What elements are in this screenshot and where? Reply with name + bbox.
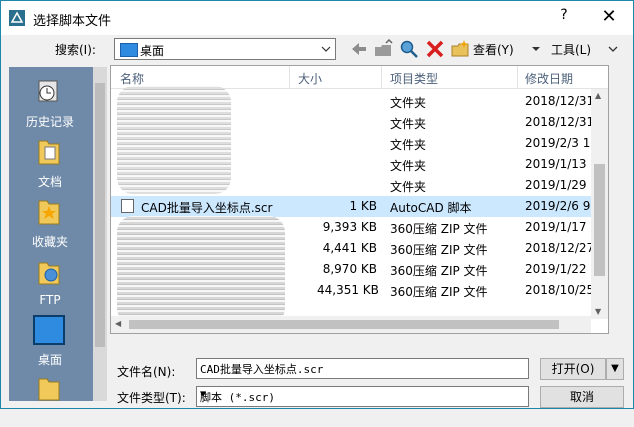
place-favorites[interactable]: 收藏夹: [9, 195, 91, 251]
place-label: 收藏夹: [31, 235, 68, 249]
lookin-label: 搜索(I):: [55, 43, 96, 57]
places-bar: 历史记录 文档 收藏夹 FTP 桌面: [9, 67, 107, 401]
file-list-horizontal-scrollbar[interactable]: ◀: [111, 316, 591, 333]
column-name[interactable]: 名称: [120, 70, 144, 87]
column-divider[interactable]: [289, 66, 290, 88]
search-icon[interactable]: [399, 39, 419, 59]
column-date[interactable]: 修改日期: [525, 70, 573, 87]
ftp-icon: [38, 262, 60, 285]
cell-type: AutoCAD 脚本: [390, 201, 472, 215]
file-dialog: 选择脚本文件 ? ✕ 搜索(I): 桌面 查看(Y) 工具(L) 历史记录 文档…: [0, 0, 634, 409]
cell-type: 360压缩 ZIP 文件: [390, 264, 488, 278]
cell-size: 8,970 KB: [322, 262, 377, 276]
places-scrollbar[interactable]: [93, 67, 107, 401]
chevron-down-icon: [321, 46, 331, 52]
cell-type: 文件夹: [390, 159, 427, 173]
cell-size: 4,441 KB: [322, 241, 377, 255]
filename-label: 文件名(N):: [117, 365, 176, 379]
filetype-dropdown[interactable]: 脚本 (*.scr) ▼: [196, 386, 529, 407]
favorites-icon: [38, 200, 60, 225]
cell-size: 9,393 KB: [322, 220, 377, 234]
cell-size: 1 KB: [349, 199, 377, 213]
title-bar: 选择脚本文件 ? ✕: [1, 1, 633, 35]
views-menu[interactable]: 查看(Y): [473, 41, 514, 58]
column-divider[interactable]: [517, 66, 518, 88]
cell-size: 44,351 KB: [317, 283, 379, 297]
place-label: 桌面: [37, 353, 62, 367]
autocad-app-icon: [9, 10, 25, 26]
back-arrow-icon[interactable]: [349, 39, 369, 59]
place-desktop[interactable]: 桌面: [9, 313, 91, 369]
cell-type: 360压缩 ZIP 文件: [390, 285, 488, 299]
vertical-scroll-thumb[interactable]: [594, 164, 605, 276]
history-icon: [38, 80, 58, 102]
place-label: 历史记录: [25, 115, 74, 129]
table-row-selected[interactable]: CAD批量导入坐标点.scr 1 KB AutoCAD 脚本 2019/2/6 …: [111, 196, 608, 217]
folder-icon: [38, 378, 60, 401]
place-more[interactable]: [9, 371, 91, 427]
open-button[interactable]: 打开(O): [540, 358, 606, 380]
cell-type: 文件夹: [390, 180, 427, 194]
views-chevron-down-icon[interactable]: [531, 39, 541, 59]
help-button[interactable]: ?: [554, 7, 574, 27]
new-folder-icon[interactable]: [450, 39, 470, 59]
cell-name: CAD批量导入坐标点.scr: [141, 201, 273, 215]
scroll-down-icon[interactable]: ▼: [595, 307, 601, 316]
place-label: 文档: [37, 175, 62, 189]
close-button[interactable]: ✕: [591, 5, 627, 29]
documents-icon: [38, 140, 60, 165]
cell-type: 文件夹: [390, 138, 427, 152]
file-list: 名称 大小 项目类型 修改日期 文件夹 2018/12/31 18 文件夹 20…: [110, 65, 609, 334]
window-title: 选择脚本文件: [33, 14, 112, 29]
redacted-zip-names: [117, 216, 285, 324]
tools-menu[interactable]: 工具(L): [551, 41, 591, 58]
tools-chevron-down-icon[interactable]: [607, 39, 619, 59]
scroll-up-icon[interactable]: ▲: [595, 91, 601, 100]
place-ftp[interactable]: FTP: [9, 255, 91, 311]
desktop-icon: [33, 315, 65, 345]
file-list-vertical-scrollbar[interactable]: ▲ ▼: [591, 89, 608, 319]
cell-type: 文件夹: [390, 117, 427, 131]
open-options-dropdown[interactable]: ▼: [606, 358, 624, 380]
cell-type: 360压缩 ZIP 文件: [390, 243, 488, 257]
scroll-left-icon[interactable]: ◀: [115, 319, 121, 328]
filetype-label: 文件类型(T):: [117, 391, 186, 405]
redacted-folder-names: [117, 86, 231, 194]
column-size[interactable]: 大小: [298, 70, 322, 87]
up-folder-icon[interactable]: [373, 39, 393, 59]
desktop-folder-icon: [120, 43, 138, 57]
column-divider[interactable]: [381, 66, 382, 88]
place-label: FTP: [39, 293, 61, 307]
lookin-value: 桌面: [140, 44, 165, 58]
place-history[interactable]: 历史记录: [9, 75, 91, 131]
script-file-icon: [121, 199, 134, 213]
delete-icon[interactable]: [425, 39, 445, 59]
column-type[interactable]: 项目类型: [390, 70, 438, 87]
filename-value: CAD批量导入坐标点.scr: [200, 363, 324, 376]
cancel-button[interactable]: 取消: [540, 386, 624, 408]
filename-field[interactable]: CAD批量导入坐标点.scr: [196, 358, 529, 379]
place-documents[interactable]: 文档: [9, 135, 91, 191]
lookin-dropdown[interactable]: 桌面: [114, 38, 336, 60]
cell-type: 文件夹: [390, 96, 427, 110]
cell-type: 360压缩 ZIP 文件: [390, 222, 488, 236]
horizontal-scroll-thumb[interactable]: [129, 320, 559, 329]
chevron-down-icon: ▼: [200, 389, 207, 400]
places-scroll-thumb[interactable]: [95, 83, 105, 347]
